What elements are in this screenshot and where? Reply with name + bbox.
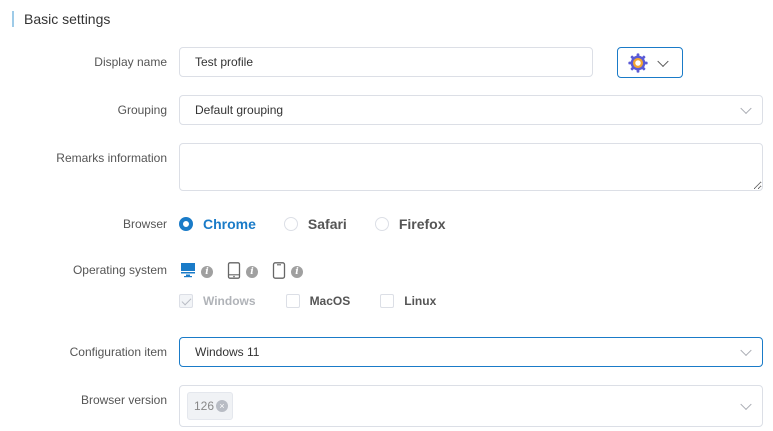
- browser-version-label: Browser version: [80, 393, 167, 407]
- checkbox-macos[interactable]: MacOS: [285, 294, 351, 308]
- radio-chrome[interactable]: Chrome: [179, 216, 256, 232]
- gear-icon: [628, 52, 648, 73]
- info-icon[interactable]: i: [201, 266, 213, 278]
- config-label: Configuration item: [69, 345, 167, 359]
- version-tag: 126 ×: [187, 392, 234, 420]
- config-value: Windows 11: [195, 345, 260, 359]
- section-title: Basic settings: [24, 11, 111, 27]
- version-tag-label: 126: [194, 399, 215, 413]
- remarks-label: Remarks information: [56, 151, 167, 165]
- profile-icon-select[interactable]: [617, 47, 683, 78]
- chevron-down-icon: [657, 55, 669, 67]
- chevron-down-icon: [740, 398, 752, 411]
- grouping-value: Default grouping: [195, 103, 284, 117]
- radio-label-firefox: Firefox: [398, 216, 446, 232]
- browser-version-select[interactable]: 126 ×: [179, 385, 763, 427]
- os-device-tablet[interactable]: i: [227, 261, 258, 279]
- os-device-desktop[interactable]: i: [180, 262, 213, 278]
- checkbox-box: [179, 294, 193, 308]
- checkbox-label-windows: Windows: [203, 294, 256, 308]
- section-accent-bar: [12, 11, 14, 27]
- os-device-types: i i i: [180, 261, 317, 279]
- chevron-down-icon: [740, 344, 752, 357]
- os-device-phone[interactable]: i: [272, 261, 303, 279]
- checkbox-label-linux: Linux: [404, 294, 437, 308]
- checkbox-box: [380, 294, 395, 308]
- radio-firefox[interactable]: Firefox: [374, 216, 446, 232]
- checkbox-linux[interactable]: Linux: [380, 294, 436, 308]
- tablet-icon: [227, 261, 241, 279]
- info-icon[interactable]: i: [291, 266, 303, 278]
- browser-label: Browser: [122, 217, 167, 231]
- radio-dot: [374, 217, 389, 231]
- config-select[interactable]: Windows 11: [179, 337, 763, 367]
- os-label: Operating system: [72, 263, 167, 277]
- phone-icon: [272, 261, 286, 279]
- desktop-icon: [181, 263, 195, 278]
- grouping-select[interactable]: Default grouping: [179, 95, 763, 125]
- info-icon[interactable]: i: [246, 266, 258, 278]
- chevron-down-icon: [740, 102, 752, 115]
- radio-dot: [179, 217, 193, 231]
- checkbox-label-macos: MacOS: [309, 294, 351, 308]
- radio-label-chrome: Chrome: [203, 216, 256, 232]
- section-header: Basic settings: [12, 10, 110, 28]
- display-name-label: Display name: [94, 55, 167, 69]
- display-name-value: Test profile: [195, 55, 254, 69]
- radio-label-safari: Safari: [307, 216, 347, 232]
- radio-dot: [283, 217, 298, 231]
- checkbox-box: [285, 294, 300, 308]
- checkbox-windows[interactable]: Windows: [179, 294, 256, 308]
- grouping-label: Grouping: [117, 103, 167, 117]
- radio-safari[interactable]: Safari: [283, 216, 347, 232]
- remarks-textarea[interactable]: [179, 143, 763, 191]
- os-checkbox-group: Windows MacOS Linux: [179, 292, 466, 310]
- close-icon[interactable]: ×: [216, 400, 229, 412]
- browser-radio-group: Chrome Safari Firefox: [179, 214, 474, 234]
- display-name-input[interactable]: Test profile: [179, 47, 593, 77]
